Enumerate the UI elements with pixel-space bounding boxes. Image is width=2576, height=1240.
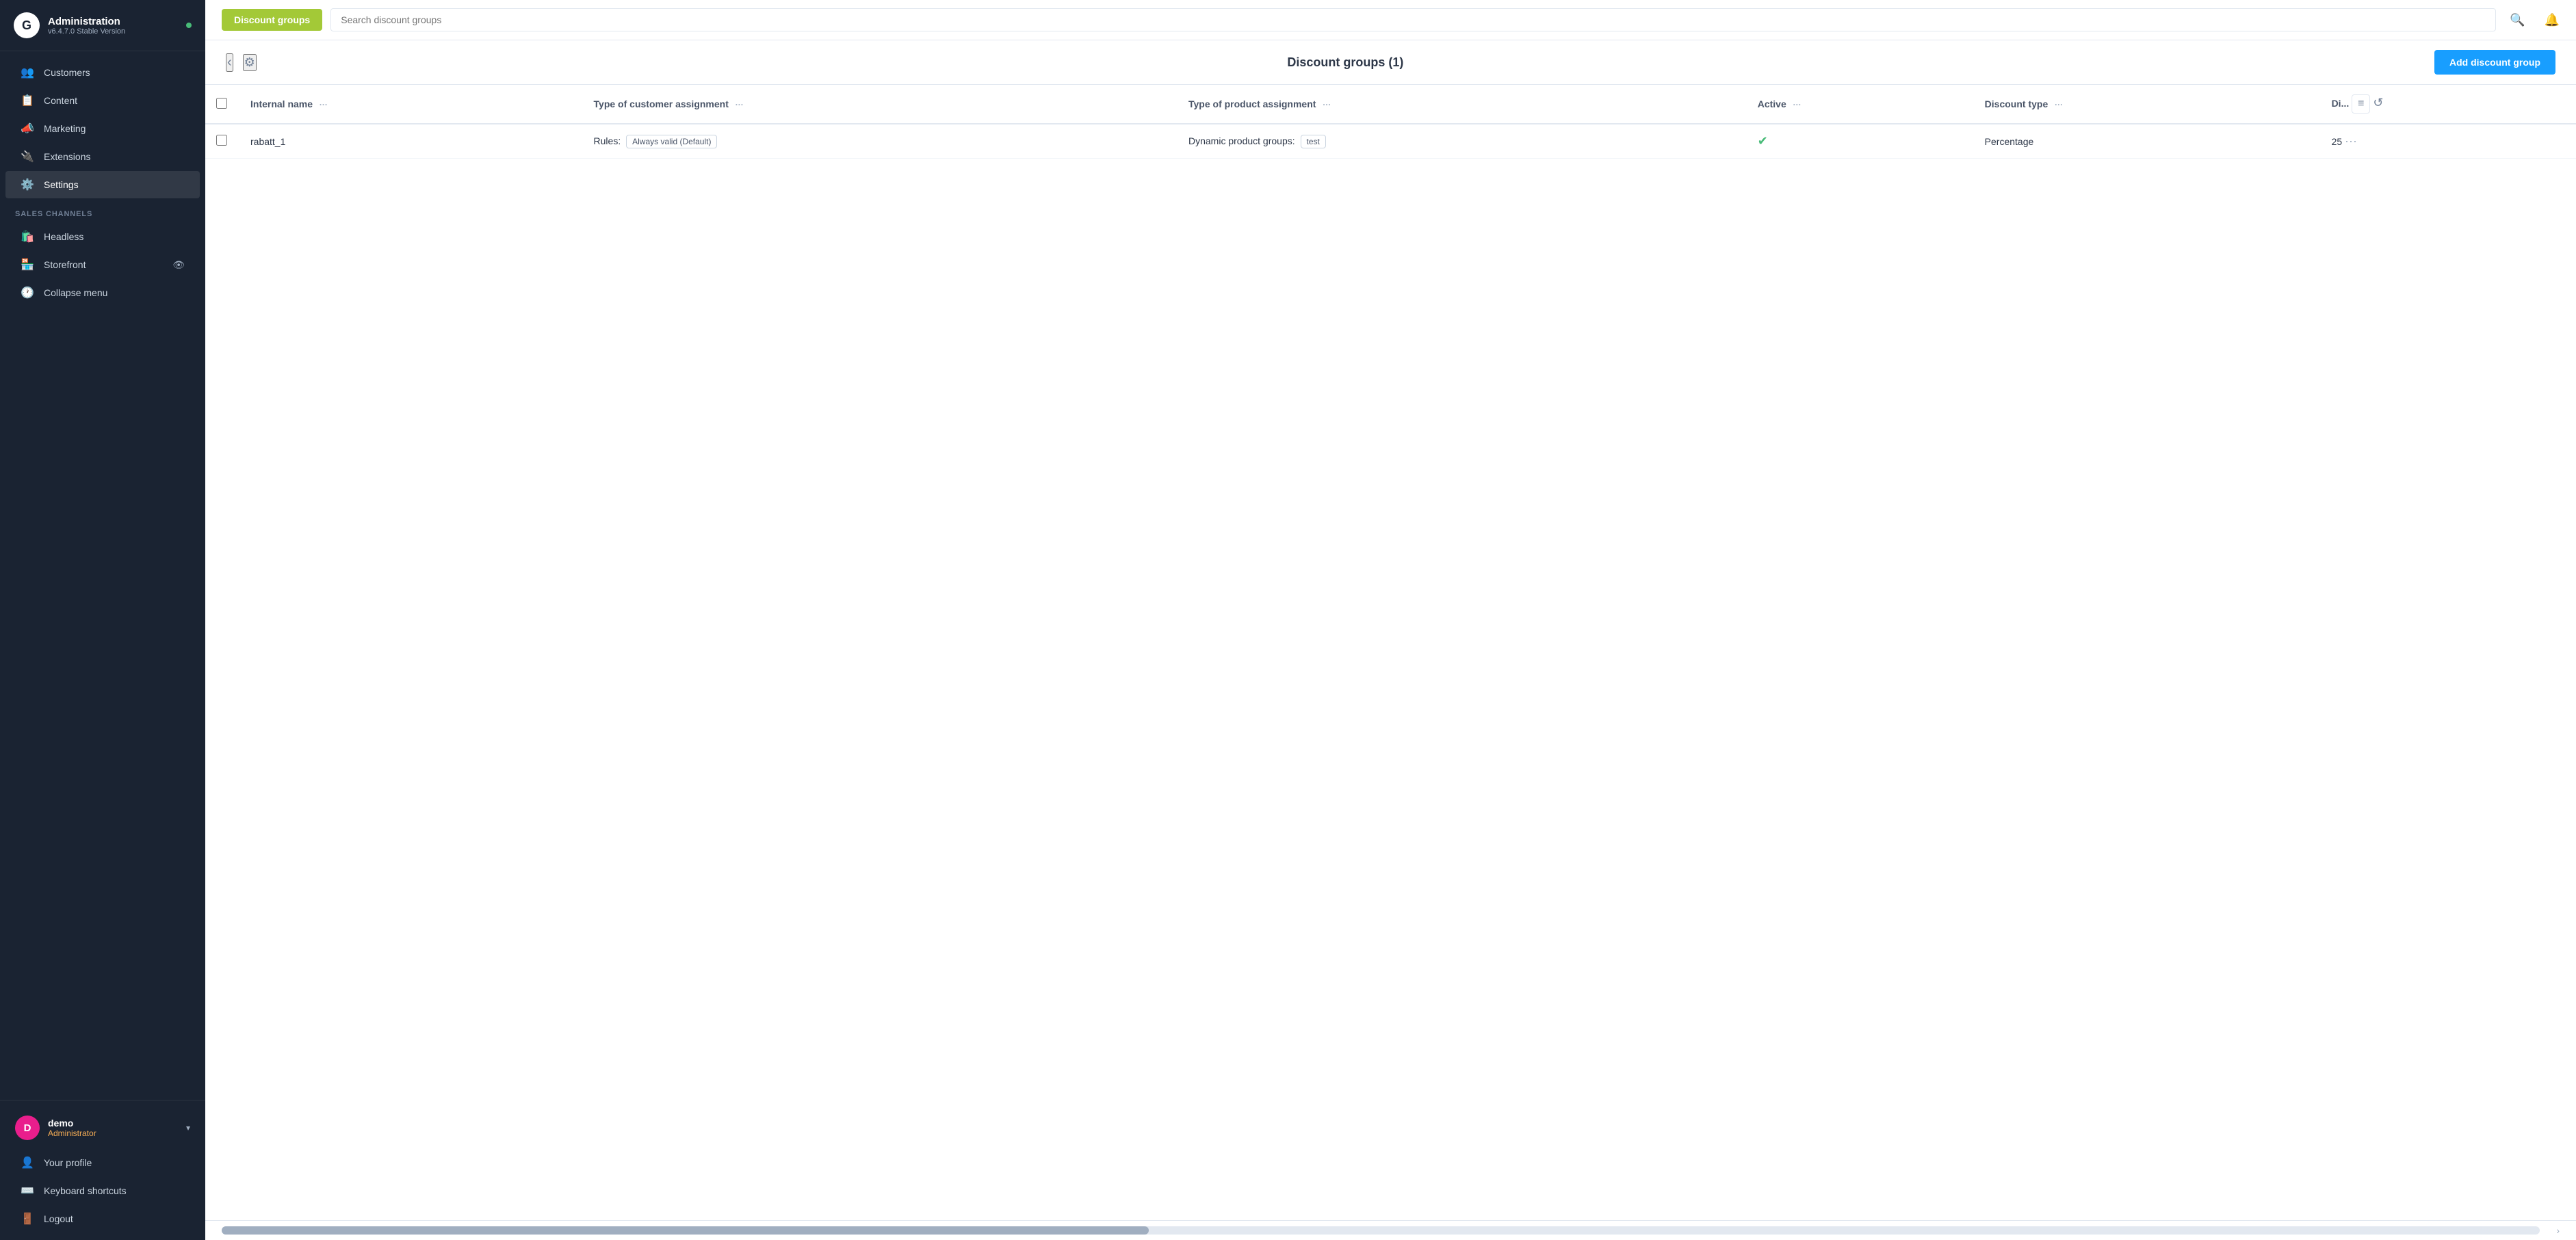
sidebar-item-extensions[interactable]: 🔌 Extensions bbox=[5, 143, 200, 170]
customer-assignment-col-menu[interactable]: ··· bbox=[736, 100, 744, 109]
main-content: Discount groups 🔍 🔔 ‹ ⚙ Discount groups … bbox=[205, 0, 2576, 1240]
page-header: ‹ ⚙ Discount groups (1) Add discount gro… bbox=[205, 40, 2576, 85]
active-header: Active ··· bbox=[1747, 85, 1974, 124]
sidebar-item-keyboard-shortcuts[interactable]: ⌨️ Keyboard shortcuts bbox=[5, 1177, 200, 1204]
scrollbar-thumb bbox=[222, 1226, 1149, 1235]
storefront-eye-icon: 👁 bbox=[172, 259, 185, 271]
user-section[interactable]: D demo Administrator ▾ bbox=[0, 1107, 205, 1148]
customer-assignment-cell: Rules: Always valid (Default) bbox=[583, 124, 1178, 159]
sidebar-item-customers[interactable]: 👥 Customers bbox=[5, 59, 200, 86]
back-button[interactable]: ‹ bbox=[226, 53, 233, 72]
sidebar-item-label: Content bbox=[44, 95, 77, 106]
marketing-icon: 📣 bbox=[21, 122, 34, 135]
sidebar-item-label: Settings bbox=[44, 179, 79, 190]
sidebar-item-label: Customers bbox=[44, 67, 90, 78]
select-all-header bbox=[205, 85, 239, 124]
storefront-icon: 🏪 bbox=[21, 258, 34, 272]
app-version: v6.4.7.0 Stable Version bbox=[48, 27, 125, 36]
avatar: D bbox=[15, 1116, 40, 1140]
discount-groups-table: Internal name ··· Type of customer assig… bbox=[205, 85, 2576, 159]
user-role: Administrator bbox=[48, 1129, 96, 1138]
sidebar-item-label: Extensions bbox=[44, 151, 90, 162]
discount-type-cell: Percentage bbox=[1974, 124, 2321, 159]
customers-icon: 👥 bbox=[21, 66, 34, 79]
sidebar-item-content[interactable]: 📋 Content bbox=[5, 87, 200, 114]
discount-value-cell: 25 ··· bbox=[2321, 124, 2576, 159]
collapse-menu-icon: 🕐 bbox=[21, 286, 34, 300]
discount-type-header: Discount type ··· bbox=[1974, 85, 2321, 124]
status-dot bbox=[186, 23, 192, 28]
keyboard-icon: ⌨️ bbox=[21, 1184, 34, 1198]
topbar: Discount groups 🔍 🔔 bbox=[205, 0, 2576, 40]
row-checkbox[interactable] bbox=[216, 135, 227, 146]
table-row: rabatt_1 Rules: Always valid (Default) D… bbox=[205, 124, 2576, 159]
app-info: Administration v6.4.7.0 Stable Version bbox=[48, 16, 125, 36]
sidebar-item-logout[interactable]: 🚪 Logout bbox=[5, 1205, 200, 1232]
sales-channels-title: Sales Channels bbox=[0, 199, 205, 222]
discount-type-col-menu[interactable]: ··· bbox=[2055, 100, 2063, 109]
discount-groups-table-container: Internal name ··· Type of customer assig… bbox=[205, 85, 2576, 1220]
page-title: Discount groups (1) bbox=[266, 55, 2425, 70]
logout-icon: 🚪 bbox=[21, 1212, 34, 1226]
sidebar-item-marketing[interactable]: 📣 Marketing bbox=[5, 115, 200, 142]
chevron-down-icon: ▾ bbox=[186, 1123, 190, 1133]
sidebar-item-label: Headless bbox=[44, 231, 83, 242]
active-checkmark-icon: ✔ bbox=[1758, 134, 1768, 148]
profile-label: Your profile bbox=[44, 1157, 92, 1168]
sidebar-item-storefront[interactable]: 🏪 Storefront 👁 bbox=[5, 251, 200, 278]
internal-name-cell: rabatt_1 bbox=[239, 124, 583, 159]
active-col-menu[interactable]: ··· bbox=[1793, 100, 1801, 109]
settings-icon: ⚙️ bbox=[21, 178, 34, 192]
search-icon[interactable]: 🔍 bbox=[2510, 13, 2525, 27]
storefront-label: Storefront bbox=[44, 259, 86, 270]
collapse-menu-label: Collapse menu bbox=[44, 287, 107, 298]
internal-name-col-menu[interactable]: ··· bbox=[320, 100, 328, 109]
app-logo: G bbox=[14, 12, 40, 38]
keyboard-shortcuts-label: Keyboard shortcuts bbox=[44, 1185, 127, 1196]
headless-icon: 🛍️ bbox=[21, 230, 34, 243]
search-input[interactable] bbox=[330, 8, 2496, 31]
customer-assignment-tag: Always valid (Default) bbox=[626, 135, 717, 148]
user-name: demo bbox=[48, 1118, 96, 1129]
horizontal-scrollbar[interactable] bbox=[222, 1226, 2540, 1235]
product-assignment-col-menu[interactable]: ··· bbox=[1323, 100, 1331, 109]
user-info: demo Administrator bbox=[48, 1118, 96, 1138]
row-more-button[interactable]: ··· bbox=[2345, 134, 2357, 148]
discount-value-header: Di... ≡ ↺ bbox=[2321, 85, 2576, 124]
sidebar-footer: D demo Administrator ▾ 👤 Your profile ⌨️… bbox=[0, 1100, 205, 1240]
discount-groups-tab[interactable]: Discount groups bbox=[222, 9, 322, 31]
sidebar-item-headless[interactable]: 🛍️ Headless bbox=[5, 223, 200, 250]
active-cell: ✔ bbox=[1747, 124, 1974, 159]
column-reset-button[interactable]: ↺ bbox=[2373, 96, 2383, 110]
logout-label: Logout bbox=[44, 1213, 73, 1224]
product-assignment-header: Type of product assignment ··· bbox=[1178, 85, 1747, 124]
extensions-icon: 🔌 bbox=[21, 150, 34, 163]
sidebar-item-profile[interactable]: 👤 Your profile bbox=[5, 1149, 200, 1176]
add-discount-group-button[interactable]: Add discount group bbox=[2434, 50, 2555, 75]
customer-assignment-header: Type of customer assignment ··· bbox=[583, 85, 1178, 124]
select-all-checkbox[interactable] bbox=[216, 98, 227, 109]
notification-bell-icon[interactable]: 🔔 bbox=[2545, 13, 2560, 27]
content-icon: 📋 bbox=[21, 94, 34, 107]
profile-icon: 👤 bbox=[21, 1156, 34, 1170]
internal-name-header: Internal name ··· bbox=[239, 85, 583, 124]
sidebar-nav: 👥 Customers 📋 Content 📣 Marketing 🔌 Exte… bbox=[0, 51, 205, 1100]
sidebar-item-settings[interactable]: ⚙️ Settings bbox=[5, 171, 200, 198]
sidebar-header: G Administration v6.4.7.0 Stable Version bbox=[0, 0, 205, 51]
app-name: Administration bbox=[48, 16, 125, 27]
product-assignment-tag: test bbox=[1301, 135, 1326, 148]
scroll-right-button[interactable]: › bbox=[2556, 1225, 2560, 1236]
sidebar-item-collapse-menu[interactable]: 🕐 Collapse menu bbox=[5, 279, 200, 306]
column-settings-button[interactable]: ≡ bbox=[2352, 94, 2370, 114]
sidebar: G Administration v6.4.7.0 Stable Version… bbox=[0, 0, 205, 1240]
settings-button[interactable]: ⚙ bbox=[243, 54, 257, 71]
sidebar-item-label: Marketing bbox=[44, 123, 86, 134]
row-checkbox-cell bbox=[205, 124, 239, 159]
product-assignment-cell: Dynamic product groups: test bbox=[1178, 124, 1747, 159]
